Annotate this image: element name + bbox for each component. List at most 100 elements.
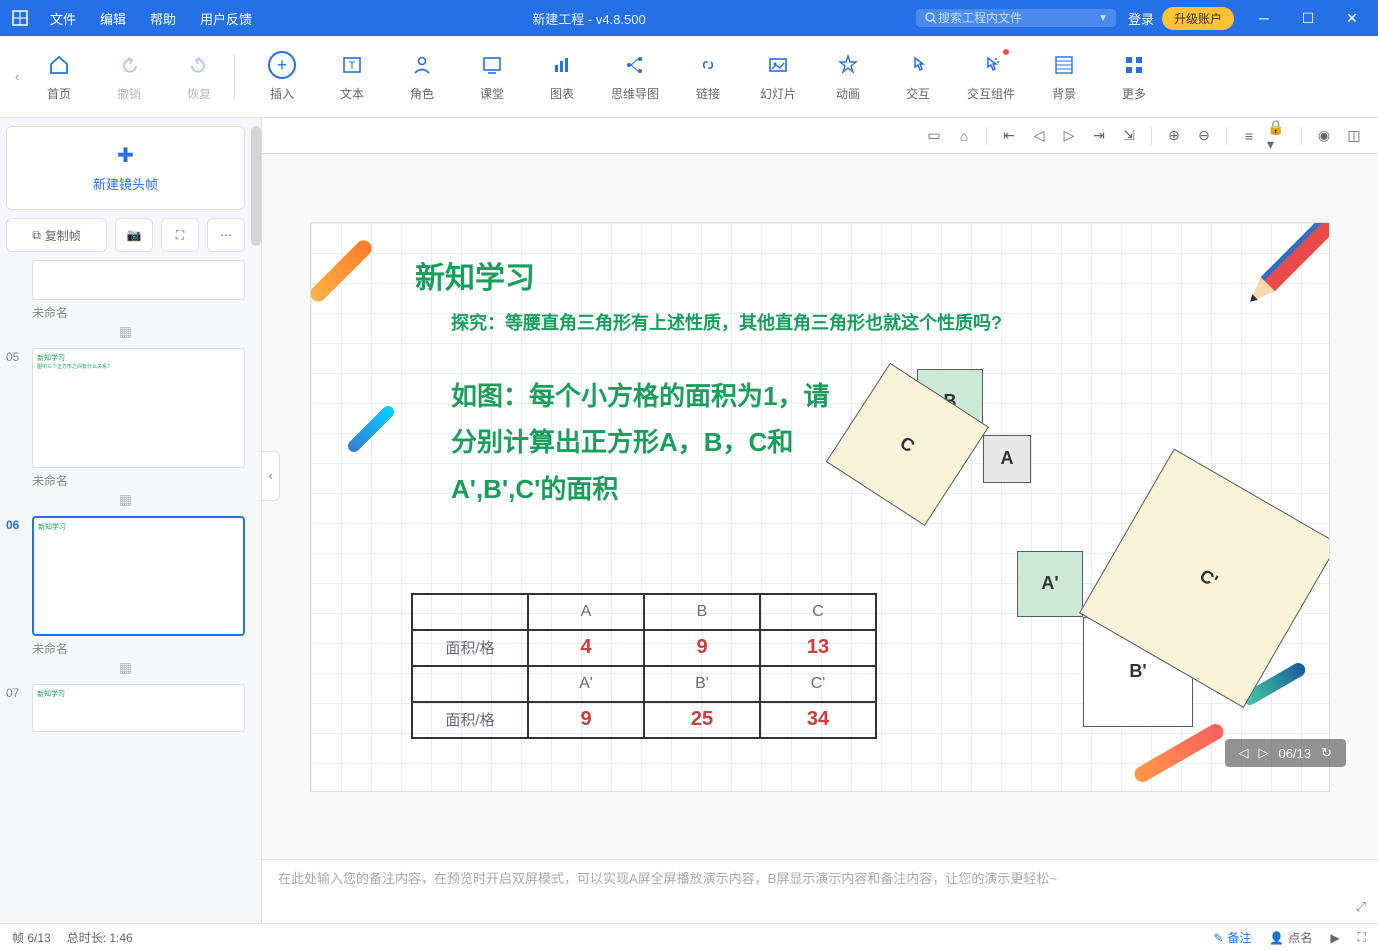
component-button[interactable]: 交互组件 [967, 51, 1015, 102]
nav-prev-icon[interactable]: ◁ [1027, 124, 1051, 148]
redo-button[interactable]: 恢复 [178, 51, 220, 102]
sidebar-scrollbar[interactable] [251, 126, 261, 246]
canvas[interactable]: 新知学习 探究：等腰直角三角形有上述性质，其他直角三角形也就这个性质吗? 如图：… [262, 154, 1378, 859]
snapshot-icon[interactable]: ◉ [1312, 124, 1336, 148]
copy-icon: ⧉ [32, 228, 41, 243]
table-cell: 9 [528, 702, 644, 738]
badge-play-icon[interactable]: ▷ [1259, 745, 1269, 761]
ribbon-nav-left[interactable]: ‹ [8, 52, 26, 102]
shape-home-icon[interactable]: ⌂ [952, 124, 976, 148]
page-indicator[interactable]: ◁ ▷ 06/13 ↻ [1225, 739, 1346, 767]
insert-button[interactable]: + 插入 [261, 51, 303, 102]
undo-button[interactable]: 撤销 [108, 51, 150, 102]
decoration-stripe [310, 237, 375, 305]
titlebar: 文件 编辑 帮助 用户反馈 新建工程 - v4.8.500 ▼ 登录 升级账户 … [0, 0, 1378, 36]
search-icon [924, 11, 938, 25]
slide-icon [764, 51, 792, 79]
notes-toggle-button[interactable]: ✎备注 [1213, 929, 1251, 946]
undo-icon [115, 51, 143, 79]
slide-button[interactable]: 幻灯片 [757, 51, 799, 102]
copy-frame-button[interactable]: ⧉复制帧 [6, 218, 107, 252]
lock-icon[interactable]: 🔒▾ [1267, 124, 1291, 148]
badge-prev-icon[interactable]: ◁ [1239, 745, 1249, 761]
component-label: 交互组件 [967, 85, 1015, 102]
sidebar-tools: ⧉复制帧 📷 ⛶ ⋯ [6, 218, 245, 252]
layers-icon[interactable]: ◫ [1342, 124, 1366, 148]
thumbnail-05[interactable]: 新知学习图中三个正方形之间有什么关系? [32, 348, 245, 468]
plus-icon: ✚ [117, 143, 134, 168]
sidebar-collapse-button[interactable]: ‹ [262, 451, 280, 501]
window-controls: ─ ☐ ✕ [1246, 4, 1370, 32]
class-button[interactable]: 课堂 [471, 51, 513, 102]
square-label: C' [1196, 564, 1221, 591]
badge-refresh-icon[interactable]: ↻ [1321, 745, 1332, 761]
zoom-out-icon[interactable]: ⊖ [1192, 124, 1216, 148]
canvas-toolbar: ▭ ⌂ ⇤ ◁ ▷ ⇥ ⇲ ⊕ ⊖ ≡ 🔒▾ ◉ ◫ [262, 118, 1378, 154]
thumbnail-07[interactable]: 新知学习 [32, 684, 245, 732]
table-header: C' [760, 666, 876, 702]
thumbnail-06[interactable]: 新知学习 [32, 516, 245, 636]
chevron-down-icon[interactable]: ▼ [1098, 13, 1108, 24]
animation-icon [834, 51, 862, 79]
person-icon: 👤 [1269, 931, 1284, 945]
slide-title[interactable]: 新知学习 [415, 253, 535, 297]
chart-button[interactable]: 图表 [541, 51, 583, 102]
thumb-separator-icon[interactable]: ▦ [6, 323, 245, 340]
menu-feedback[interactable]: 用户反馈 [190, 5, 262, 32]
minimize-button[interactable]: ─ [1246, 4, 1282, 32]
search-box[interactable]: ▼ [916, 9, 1116, 27]
nav-end-icon[interactable]: ⇲ [1117, 124, 1141, 148]
roll-call-button[interactable]: 👤 点名 [1269, 929, 1312, 946]
interact-label: 交互 [906, 85, 930, 102]
square-Ap[interactable]: A' [1017, 551, 1083, 617]
menu-edit[interactable]: 编辑 [90, 5, 136, 32]
data-table[interactable]: A B C 面积/格 4 9 13 A' B' C' [411, 593, 877, 739]
align-icon[interactable]: ≡ [1237, 124, 1261, 148]
thumb-separator-icon[interactable]: ▦ [6, 659, 245, 676]
animation-button[interactable]: 动画 [827, 51, 869, 102]
slide-body[interactable]: 如图：每个小方格的面积为1，请分别计算出正方形A，B，C和A',B',C'的面积 [451, 373, 831, 513]
table-header: A [528, 594, 644, 630]
background-button[interactable]: 背景 [1043, 51, 1085, 102]
thumbnail-partial[interactable] [32, 260, 245, 300]
text-button[interactable]: T 文本 [331, 51, 373, 102]
login-button[interactable]: 登录 [1128, 9, 1154, 28]
square-A[interactable]: A [983, 435, 1031, 483]
sidebar-more-button[interactable]: ⋯ [207, 218, 245, 252]
nav-next-icon[interactable]: ▷ [1057, 124, 1081, 148]
nav-last-icon[interactable]: ⇥ [1087, 124, 1111, 148]
expand-icon[interactable]: ⤢ [1356, 899, 1366, 915]
camera-button[interactable]: 📷 [115, 218, 153, 252]
main-area: ✚ 新建镜头帧 ⧉复制帧 📷 ⛶ ⋯ 未命名 ▦ 05 新知学习图中三个正方形之… [0, 118, 1378, 923]
nav-first-icon[interactable]: ⇤ [997, 124, 1021, 148]
new-frame-button[interactable]: ✚ 新建镜头帧 [6, 126, 245, 210]
search-input[interactable] [938, 11, 1078, 25]
interact-button[interactable]: 交互 [897, 51, 939, 102]
mindmap-button[interactable]: 思维导图 [611, 51, 659, 102]
menu-help[interactable]: 帮助 [140, 5, 186, 32]
link-button[interactable]: 链接 [687, 51, 729, 102]
thumb-separator-icon[interactable]: ▦ [6, 491, 245, 508]
table-cell: 4 [528, 630, 644, 666]
present-button[interactable]: ▶ [1330, 931, 1339, 945]
close-button[interactable]: ✕ [1334, 4, 1370, 32]
maximize-button[interactable]: ☐ [1290, 4, 1326, 32]
redo-label: 恢复 [187, 85, 211, 102]
menu-file[interactable]: 文件 [40, 5, 86, 32]
home-button[interactable]: 首页 [38, 51, 80, 102]
frame-tool-icon[interactable]: ▭ [922, 124, 946, 148]
slide[interactable]: 新知学习 探究：等腰直角三角形有上述性质，其他直角三角形也就这个性质吗? 如图：… [310, 222, 1330, 792]
table-header: A' [528, 666, 644, 702]
crop-button[interactable]: ⛶ [161, 218, 199, 252]
fullscreen-button[interactable]: ⛶ [1358, 930, 1366, 945]
upgrade-button[interactable]: 升级账户 [1162, 7, 1234, 30]
zoom-in-icon[interactable]: ⊕ [1162, 124, 1186, 148]
present-icon: ▶ [1330, 931, 1339, 945]
more-button[interactable]: 更多 [1113, 51, 1155, 102]
status-bar: 帧 6/13 总时长: 1:46 ✎备注 👤点名 ▶ ⛶ [0, 923, 1378, 951]
class-label: 课堂 [480, 85, 504, 102]
slide-subtitle[interactable]: 探究：等腰直角三角形有上述性质，其他直角三角形也就这个性质吗? [451, 309, 1002, 335]
role-button[interactable]: 角色 [401, 51, 443, 102]
notes-panel[interactable]: 在此处输入您的备注内容，在预览时开启双屏模式，可以实现A屏全屏播放演示内容，B屏… [262, 859, 1378, 923]
roll-btn-label: 点名 [1288, 929, 1312, 946]
